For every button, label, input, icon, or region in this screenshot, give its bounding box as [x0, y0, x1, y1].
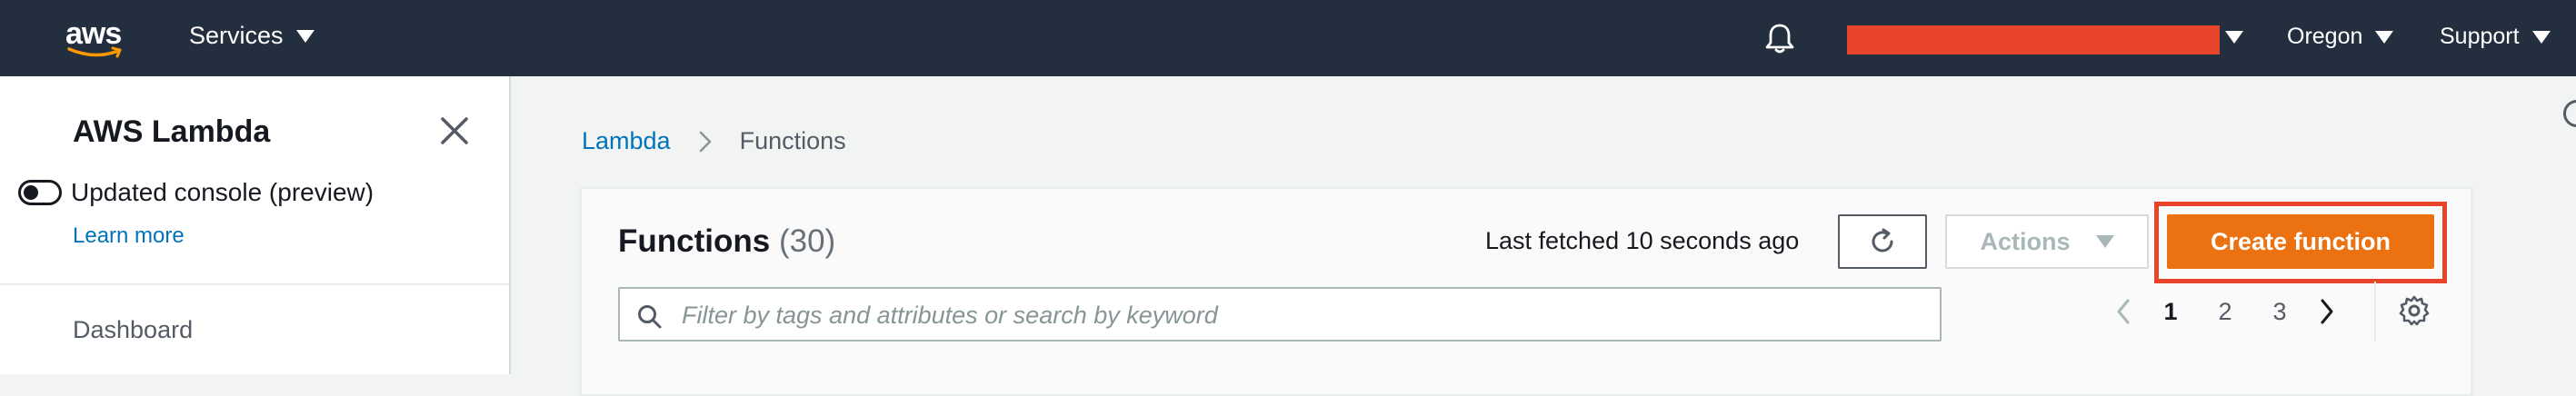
chevron-down-icon [2375, 30, 2394, 44]
gear-icon[interactable] [2398, 294, 2431, 332]
chevron-right-icon [2321, 299, 2333, 324]
sidebar-divider [0, 283, 509, 285]
breadcrumb: Lambda Functions [582, 127, 846, 155]
learn-more-link[interactable]: Learn more [73, 223, 185, 249]
create-function-button[interactable]: Create function [2167, 214, 2434, 269]
toggle-knob [24, 185, 38, 200]
services-menu[interactable]: Services [189, 22, 315, 50]
function-count: (30) [778, 223, 836, 259]
chevron-left-icon [2117, 299, 2130, 324]
services-label: Services [189, 22, 284, 49]
preview-console-toggle[interactable] [18, 180, 62, 205]
actions-dropdown[interactable]: Actions [1945, 214, 2149, 269]
sidebar-item-dashboard[interactable]: Dashboard [73, 316, 193, 344]
region-label: Oregon [2287, 24, 2363, 49]
info-icon[interactable] [2563, 100, 2576, 127]
sidebar-title: AWS Lambda [73, 114, 271, 149]
actions-label: Actions [1980, 227, 2071, 255]
chevron-right-icon [699, 131, 711, 152]
page-3-button[interactable]: 3 [2252, 298, 2307, 326]
close-icon[interactable] [438, 114, 471, 147]
aws-smile-icon [67, 46, 122, 58]
toggle-label: Updated console (preview) [71, 178, 374, 206]
support-menu[interactable]: Support [2440, 24, 2551, 50]
caret-down-icon [2095, 235, 2114, 248]
last-fetched-status: Last fetched 10 seconds ago [1485, 227, 1800, 254]
region-menu[interactable]: Oregon [2287, 24, 2394, 50]
page-1-button[interactable]: 1 [2143, 298, 2198, 326]
top-navigation-bar: aws Services Oregon Support [0, 0, 2576, 76]
page-2-button[interactable]: 2 [2198, 298, 2252, 326]
search-input[interactable] [682, 296, 1927, 334]
bell-icon[interactable] [1763, 22, 1796, 59]
functions-panel: Functions (30) Last fetched 10 seconds a… [580, 187, 2472, 396]
support-label: Support [2440, 24, 2520, 49]
chevron-down-icon [295, 29, 315, 43]
previous-page-button[interactable] [2103, 289, 2143, 334]
breadcrumb-lambda[interactable]: Lambda [582, 127, 671, 155]
panel-title-text: Functions [618, 223, 771, 259]
chevron-down-icon [2531, 30, 2551, 44]
account-name-redacted[interactable] [1847, 25, 2220, 54]
aws-logo[interactable]: aws [65, 15, 129, 60]
next-page-button[interactable] [2307, 289, 2347, 334]
sidebar: AWS Lambda Updated console (preview) Lea… [0, 76, 511, 374]
panel-title: Functions (30) [618, 223, 835, 260]
refresh-icon [1872, 228, 1893, 252]
pagination-divider [2374, 282, 2376, 342]
pagination: 1 2 3 [2103, 289, 2347, 334]
account-chevron-down-icon[interactable] [2225, 31, 2243, 48]
search-icon [638, 305, 662, 329]
search-field[interactable] [618, 287, 1942, 342]
refresh-button[interactable] [1838, 214, 1927, 269]
breadcrumb-functions: Functions [739, 127, 846, 154]
